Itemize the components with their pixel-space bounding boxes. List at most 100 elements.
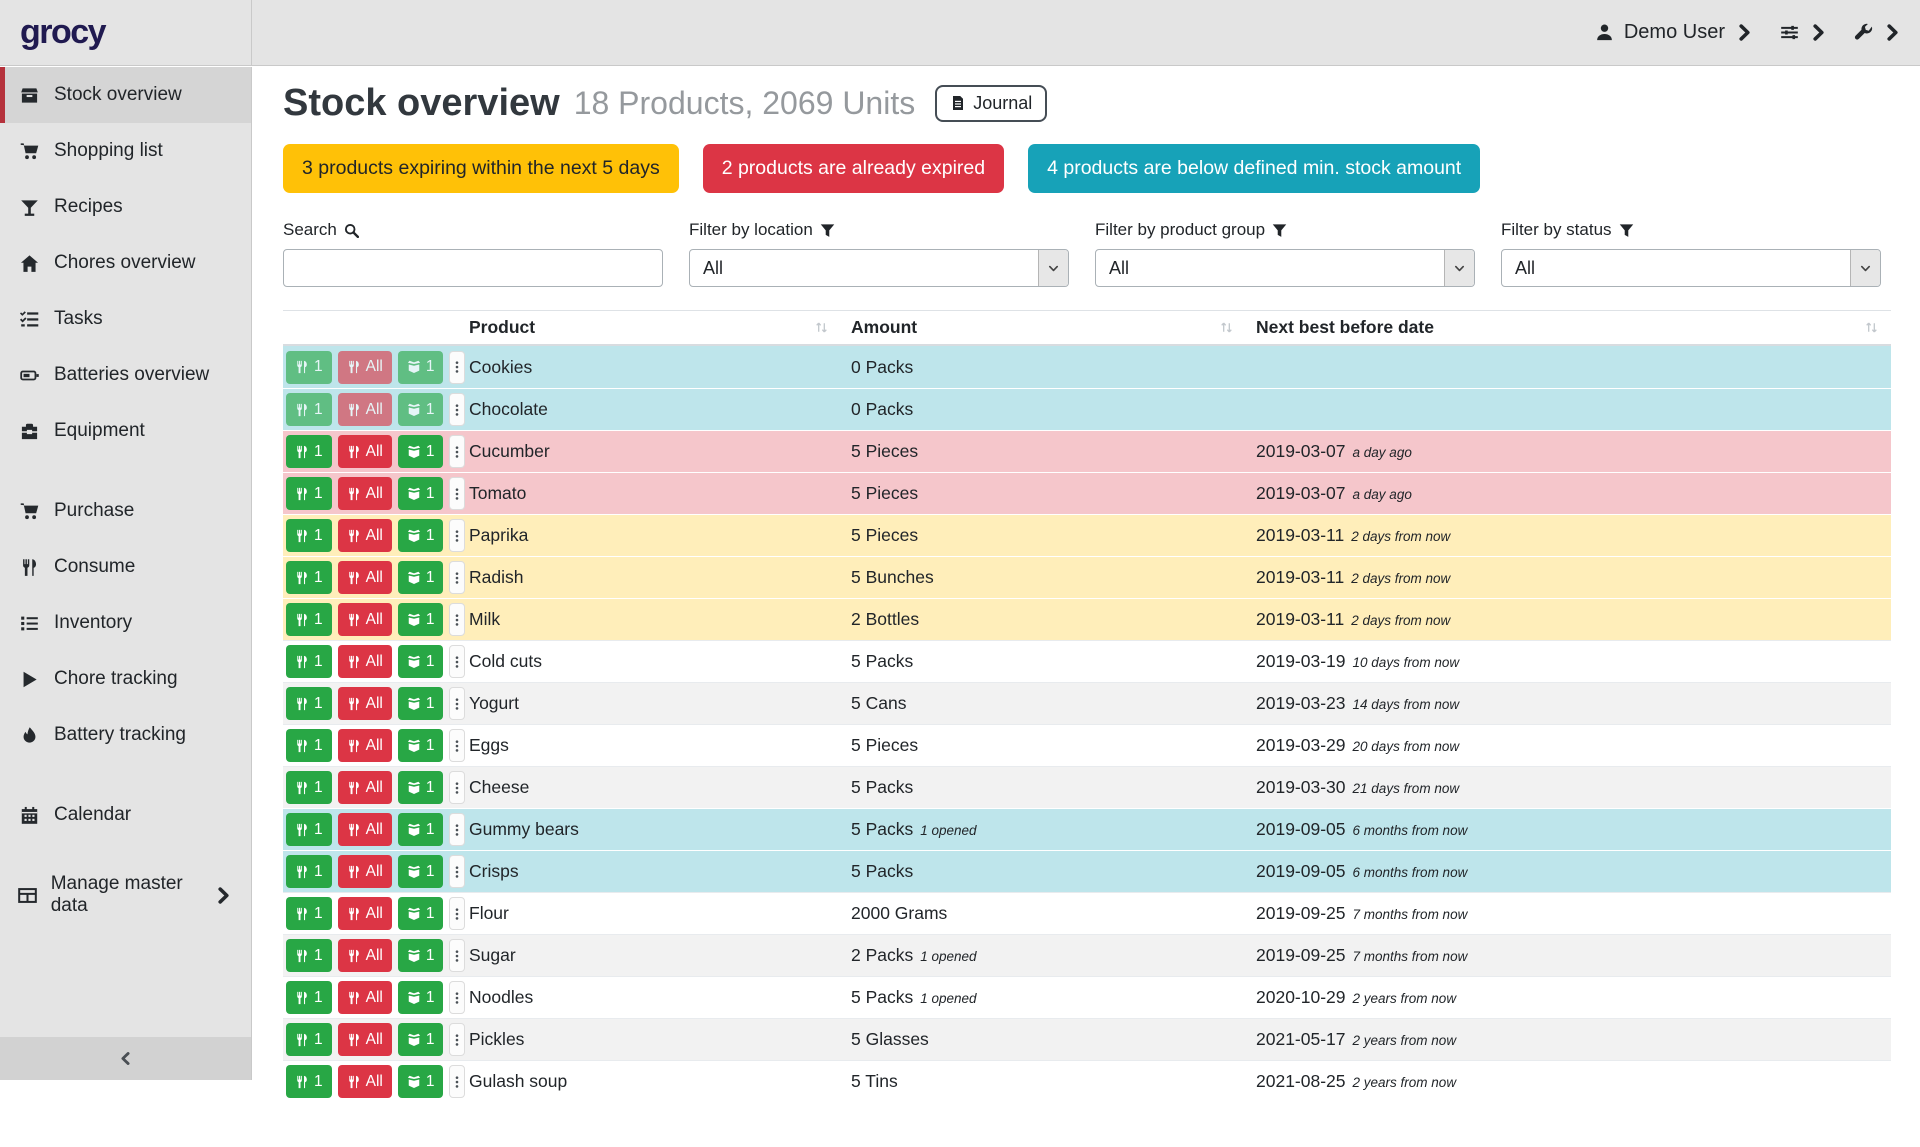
sidebar-item-shopping-list[interactable]: Shopping list — [0, 123, 251, 179]
topbar: grocy Demo User — [0, 0, 1920, 66]
open-one-button[interactable]: 1 — [398, 981, 444, 1014]
sidebar-item-batteries-overview[interactable]: Batteries overview — [0, 347, 251, 403]
sidebar-item-recipes[interactable]: Recipes — [0, 179, 251, 235]
consume-all-button[interactable]: All — [338, 351, 392, 384]
sidebar-item-consume[interactable]: Consume — [0, 539, 251, 595]
sidebar-item-tasks[interactable]: Tasks — [0, 291, 251, 347]
open-one-button[interactable]: 1 — [398, 351, 444, 384]
consume-one-button[interactable]: 1 — [286, 1065, 332, 1098]
consume-one-button[interactable]: 1 — [286, 939, 332, 972]
open-one-button[interactable]: 1 — [398, 645, 444, 678]
utensils-icon — [295, 445, 309, 459]
date-note: 14 days from now — [1353, 697, 1460, 712]
consume-one-button[interactable]: 1 — [286, 1023, 332, 1056]
consume-all-button[interactable]: All — [338, 729, 392, 762]
sidebar-item-purchase[interactable]: Purchase — [0, 483, 251, 539]
sidebar-item-equipment[interactable]: Equipment — [0, 403, 251, 459]
table-row: 1All1Eggs5 Pieces2019-03-2920 days from … — [283, 724, 1891, 766]
sidebar-item-battery-tracking[interactable]: Battery tracking — [0, 707, 251, 763]
consume-all-button[interactable]: All — [338, 393, 392, 426]
open-one-button[interactable]: 1 — [398, 393, 444, 426]
consume-one-button[interactable]: 1 — [286, 687, 332, 720]
open-one-button[interactable]: 1 — [398, 897, 444, 930]
sidebar-collapse-button[interactable] — [0, 1037, 251, 1080]
date-column-header[interactable]: Next best before date — [1246, 317, 1891, 338]
open-one-button[interactable]: 1 — [398, 1065, 444, 1098]
page-title: Stock overview — [283, 82, 560, 125]
date-cell: 2019-03-112 days from now — [1246, 525, 1891, 546]
open-one-button[interactable]: 1 — [398, 1023, 444, 1056]
alert-below-min-stock-badge[interactable]: 4 products are below defined min. stock … — [1028, 144, 1480, 193]
consume-one-button[interactable]: 1 — [286, 855, 332, 888]
row-actions: 1All1 — [283, 645, 459, 678]
consume-all-button[interactable]: All — [338, 1023, 392, 1056]
utensils-icon — [347, 655, 361, 669]
open-one-button[interactable]: 1 — [398, 855, 444, 888]
consume-all-button[interactable]: All — [338, 897, 392, 930]
consume-all-button[interactable]: All — [338, 1065, 392, 1098]
open-one-button[interactable]: 1 — [398, 435, 444, 468]
settings-menu[interactable] — [1780, 23, 1828, 42]
open-one-button[interactable]: 1 — [398, 771, 444, 804]
table-row: 1All1Flour2000 Grams2019-09-257 months f… — [283, 892, 1891, 934]
sidebar-item-manage-master-data[interactable]: Manage master data — [0, 867, 251, 923]
sidebar-item-chores-overview[interactable]: Chores overview — [0, 235, 251, 291]
open-one-label: 1 — [426, 947, 435, 965]
consume-one-button[interactable]: 1 — [286, 729, 332, 762]
consume-one-button[interactable]: 1 — [286, 981, 332, 1014]
search-input[interactable] — [283, 249, 663, 287]
consume-all-button[interactable]: All — [338, 687, 392, 720]
consume-all-button[interactable]: All — [338, 939, 392, 972]
consume-all-label: All — [366, 737, 383, 755]
consume-one-button[interactable]: 1 — [286, 519, 332, 552]
app-logo[interactable]: grocy — [20, 13, 105, 52]
consume-all-button[interactable]: All — [338, 813, 392, 846]
consume-all-button[interactable]: All — [338, 519, 392, 552]
open-one-button[interactable]: 1 — [398, 729, 444, 762]
consume-one-button[interactable]: 1 — [286, 771, 332, 804]
open-one-button[interactable]: 1 — [398, 939, 444, 972]
consume-one-button[interactable]: 1 — [286, 561, 332, 594]
box-open-icon — [407, 823, 421, 837]
row-actions: 1All1 — [283, 939, 459, 972]
consume-one-button[interactable]: 1 — [286, 351, 332, 384]
open-one-button[interactable]: 1 — [398, 603, 444, 636]
open-one-button[interactable]: 1 — [398, 561, 444, 594]
product-name: Pickles — [459, 1029, 841, 1050]
sidebar-item-inventory[interactable]: Inventory — [0, 595, 251, 651]
utensils-icon — [295, 991, 309, 1005]
consume-all-button[interactable]: All — [338, 645, 392, 678]
admin-menu[interactable] — [1854, 23, 1902, 42]
consume-one-button[interactable]: 1 — [286, 645, 332, 678]
consume-all-button[interactable]: All — [338, 981, 392, 1014]
user-menu[interactable]: Demo User — [1595, 21, 1754, 44]
sidebar-item-stock-overview[interactable]: Stock overview — [0, 67, 251, 123]
open-one-button[interactable]: 1 — [398, 519, 444, 552]
journal-button[interactable]: Journal — [935, 85, 1047, 122]
sidebar-item-chore-tracking[interactable]: Chore tracking — [0, 651, 251, 707]
consume-all-button[interactable]: All — [338, 603, 392, 636]
consume-all-button[interactable]: All — [338, 477, 392, 510]
consume-all-button[interactable]: All — [338, 435, 392, 468]
alert-expiring-badge[interactable]: 3 products expiring within the next 5 da… — [283, 144, 679, 193]
consume-one-button[interactable]: 1 — [286, 477, 332, 510]
status-filter-select[interactable]: All — [1501, 249, 1881, 287]
sidebar-item-calendar[interactable]: Calendar — [0, 787, 251, 843]
consume-all-button[interactable]: All — [338, 855, 392, 888]
amount-column-header[interactable]: Amount — [841, 317, 1246, 338]
product-column-header[interactable]: Product — [459, 317, 841, 338]
consume-one-button[interactable]: 1 — [286, 603, 332, 636]
consume-one-button[interactable]: 1 — [286, 813, 332, 846]
alert-expired-badge[interactable]: 2 products are already expired — [703, 144, 1004, 193]
consume-all-button[interactable]: All — [338, 561, 392, 594]
product-group-filter-select[interactable]: All — [1095, 249, 1475, 287]
consume-one-button[interactable]: 1 — [286, 435, 332, 468]
location-filter-select[interactable]: All — [689, 249, 1069, 287]
date-note: 6 months from now — [1353, 865, 1468, 880]
consume-one-button[interactable]: 1 — [286, 897, 332, 930]
open-one-button[interactable]: 1 — [398, 477, 444, 510]
open-one-button[interactable]: 1 — [398, 813, 444, 846]
consume-all-button[interactable]: All — [338, 771, 392, 804]
open-one-button[interactable]: 1 — [398, 687, 444, 720]
consume-one-button[interactable]: 1 — [286, 393, 332, 426]
